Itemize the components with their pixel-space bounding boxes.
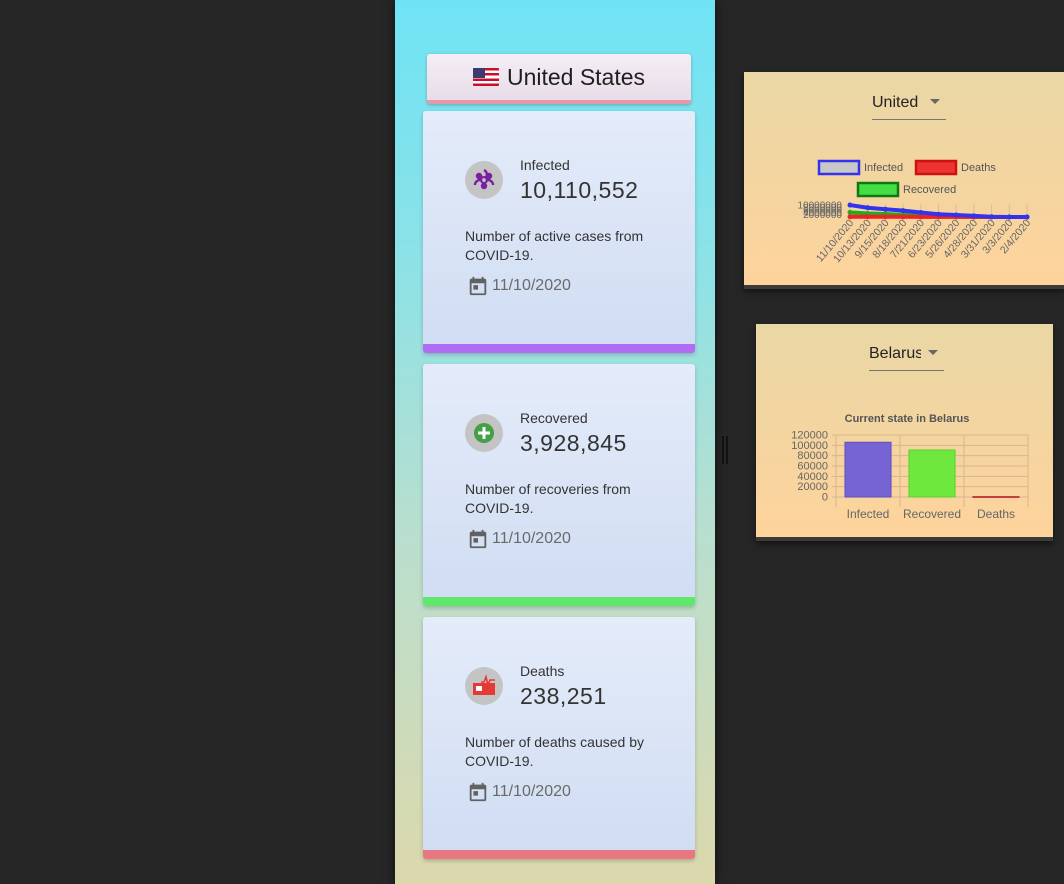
card-description: Number of active cases from COVID-19. bbox=[465, 228, 644, 263]
resize-handle[interactable] bbox=[722, 436, 728, 464]
card-date-text: 11/10/2020 bbox=[492, 277, 571, 294]
card-description: Number of deaths caused by COVID-19. bbox=[465, 734, 644, 769]
data-point bbox=[882, 206, 888, 212]
card-description: Number of recoveries from COVID-19. bbox=[465, 481, 631, 516]
legend-label-recovered: Recovered bbox=[903, 184, 956, 196]
y-tick-label: 2000000 bbox=[803, 210, 842, 221]
legend-label-infected: Infected bbox=[864, 162, 903, 174]
country-bar-panel: Belarus Current state in Belarus 120000 1… bbox=[756, 324, 1053, 541]
us-flag-icon bbox=[472, 68, 499, 86]
data-point bbox=[847, 209, 853, 215]
card-label: Recovered bbox=[520, 410, 588, 426]
country-title: United States bbox=[427, 54, 691, 104]
card-date-text: 11/10/2020 bbox=[492, 530, 571, 547]
x-tick-label: Deaths bbox=[977, 507, 1015, 521]
data-point bbox=[953, 212, 959, 218]
x-tick-label: Recovered bbox=[903, 507, 961, 521]
card-label: Deaths bbox=[520, 663, 565, 679]
legend-swatch-deaths bbox=[914, 159, 958, 176]
y-tick-label: 0 bbox=[822, 492, 828, 504]
data-point bbox=[971, 213, 977, 219]
line-chart: Infected Deaths Recovered 10000000800000… bbox=[798, 159, 1033, 265]
history-chart-panel: United Infected Deaths Recovered 1000000… bbox=[744, 72, 1064, 289]
card-accent-bar bbox=[423, 597, 695, 606]
bar-recovered bbox=[908, 449, 956, 498]
card-accent-bar bbox=[423, 850, 695, 859]
card-date: 11/10/2020 bbox=[467, 781, 571, 803]
bar-infected bbox=[844, 441, 892, 498]
bar-chart: Current state in Belarus 120000100000800… bbox=[791, 413, 1029, 521]
card-date: 11/10/2020 bbox=[467, 275, 571, 297]
card-value: 10,110,552 bbox=[520, 177, 639, 203]
bar-deaths bbox=[972, 496, 1020, 499]
card-date: 11/10/2020 bbox=[467, 528, 571, 550]
data-point bbox=[847, 202, 853, 208]
biohazard-icon bbox=[465, 161, 503, 199]
card-label: Infected bbox=[520, 157, 570, 173]
legend-swatch-recovered bbox=[856, 181, 900, 198]
x-tick-label: Infected bbox=[847, 507, 890, 521]
calendar-icon bbox=[469, 276, 487, 296]
deaths-card: Deaths 238,251 Number of deaths caused b… bbox=[423, 617, 695, 859]
plus-circle-icon bbox=[465, 414, 503, 452]
card-date-text: 11/10/2020 bbox=[492, 783, 571, 800]
heart-monitor-icon bbox=[465, 667, 503, 705]
country-name: United States bbox=[506, 63, 646, 90]
data-point bbox=[918, 210, 924, 216]
card-value: 238,251 bbox=[520, 683, 607, 709]
calendar-icon bbox=[469, 529, 487, 549]
legend-swatch-infected bbox=[817, 159, 861, 176]
legend: Infected Deaths Recovered bbox=[817, 159, 996, 198]
data-point bbox=[900, 208, 906, 214]
legend-label-deaths: Deaths bbox=[961, 162, 996, 174]
card-value: 3,928,845 bbox=[520, 430, 627, 456]
recovered-card: Recovered 3,928,845 Number of recoveries… bbox=[423, 364, 695, 606]
data-point bbox=[865, 205, 871, 211]
data-point bbox=[936, 211, 941, 217]
infected-card: Infected 10,110,552 Number of active cas… bbox=[423, 111, 695, 353]
calendar-icon bbox=[469, 782, 487, 802]
card-accent-bar bbox=[423, 344, 695, 353]
chart-title: Current state in Belarus bbox=[845, 413, 970, 425]
